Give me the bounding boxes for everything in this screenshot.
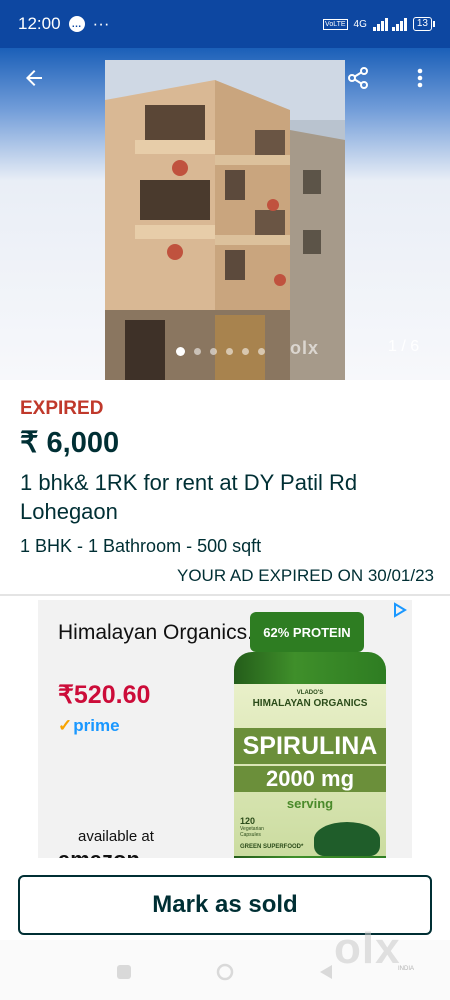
status-more: ··· (92, 14, 110, 33)
listing-title: 1 bhk& 1RK for rent at DY Patil Rd Loheg… (20, 470, 358, 524)
label-count: 120 (240, 816, 256, 826)
gallery-dot (176, 347, 185, 356)
volte-label: VoLTE (323, 18, 348, 30)
more-options-button[interactable] (400, 58, 440, 98)
battery-icon: 13 (412, 17, 436, 31)
spirulina-image (314, 822, 380, 856)
status-bar: 12:00 … ··· VoLTE 4G 13 (0, 0, 450, 48)
signal-icon (372, 18, 407, 31)
gallery-dot (210, 348, 217, 355)
chat-bubble-icon: … (68, 16, 85, 32)
gallery-dots (176, 347, 265, 356)
photo-watermark: olx (290, 338, 320, 358)
share-button[interactable] (338, 58, 378, 98)
label-serving: serving (286, 796, 334, 811)
prime-check-icon: ✓ (58, 716, 73, 735)
more-vert-icon (417, 68, 423, 88)
sponsored-ad[interactable]: Himalayan Organics... ₹520.60 ✓prime ava… (38, 600, 412, 858)
label-dose: 2000 mg (234, 766, 386, 792)
listing-photo[interactable] (105, 60, 345, 380)
listing-price: ₹ 6,000 (20, 427, 120, 459)
gallery-dot (242, 348, 249, 355)
label-vlado: VLADO'S (296, 690, 324, 696)
olx-watermark-region: INDIA (398, 966, 415, 972)
ad-prime-label: prime (73, 716, 120, 735)
share-icon (348, 67, 368, 89)
ad-brand-name: Himalayan Organics... (58, 621, 265, 644)
expired-date-note: YOUR AD EXPIRED ON 30/01/23 (177, 566, 434, 585)
gallery-dot (194, 348, 201, 355)
network-type: 4G (353, 18, 367, 30)
ad-price: ₹520.60 (58, 681, 151, 709)
protein-badge: 62% PROTEIN (250, 612, 364, 652)
label-brand: HIMALAYAN ORGANICS (252, 698, 368, 709)
divider (0, 594, 450, 596)
ad-retailer-logo: amazon (58, 847, 140, 858)
label-product: SPIRULINA (234, 728, 386, 764)
label-tag: GREEN SUPERFOOD* (240, 844, 304, 850)
adchoices-icon[interactable] (392, 602, 408, 618)
image-gallery[interactable]: olx 1 / 6 (0, 48, 450, 380)
listing-specs: 1 BHK - 1 Bathroom - 500 sqft (20, 536, 262, 556)
back-button[interactable] (14, 58, 54, 98)
ad-prime-badge: ✓prime (58, 716, 120, 736)
label-caps: Vegetarian Capsules (240, 826, 264, 838)
recents-icon[interactable] (114, 962, 134, 982)
screen: 12:00 … ··· VoLTE 4G 13 olx 1 / 6 EXPIRE… (0, 0, 450, 1000)
image-counter: 1 / 6 (388, 338, 420, 355)
olx-watermark: olx (334, 924, 401, 973)
gallery-dot (258, 348, 265, 355)
back-arrow-icon (26, 70, 42, 86)
back-nav-icon[interactable] (316, 962, 336, 982)
listing-status: EXPIRED (20, 398, 104, 419)
home-icon[interactable] (215, 962, 235, 982)
status-time: 12:00 (18, 14, 61, 33)
ad-available-text: available at (78, 828, 154, 845)
gallery-dot (226, 348, 233, 355)
product-label: VLADO'S HIMALAYAN ORGANICS SPIRULINA 200… (234, 684, 386, 856)
